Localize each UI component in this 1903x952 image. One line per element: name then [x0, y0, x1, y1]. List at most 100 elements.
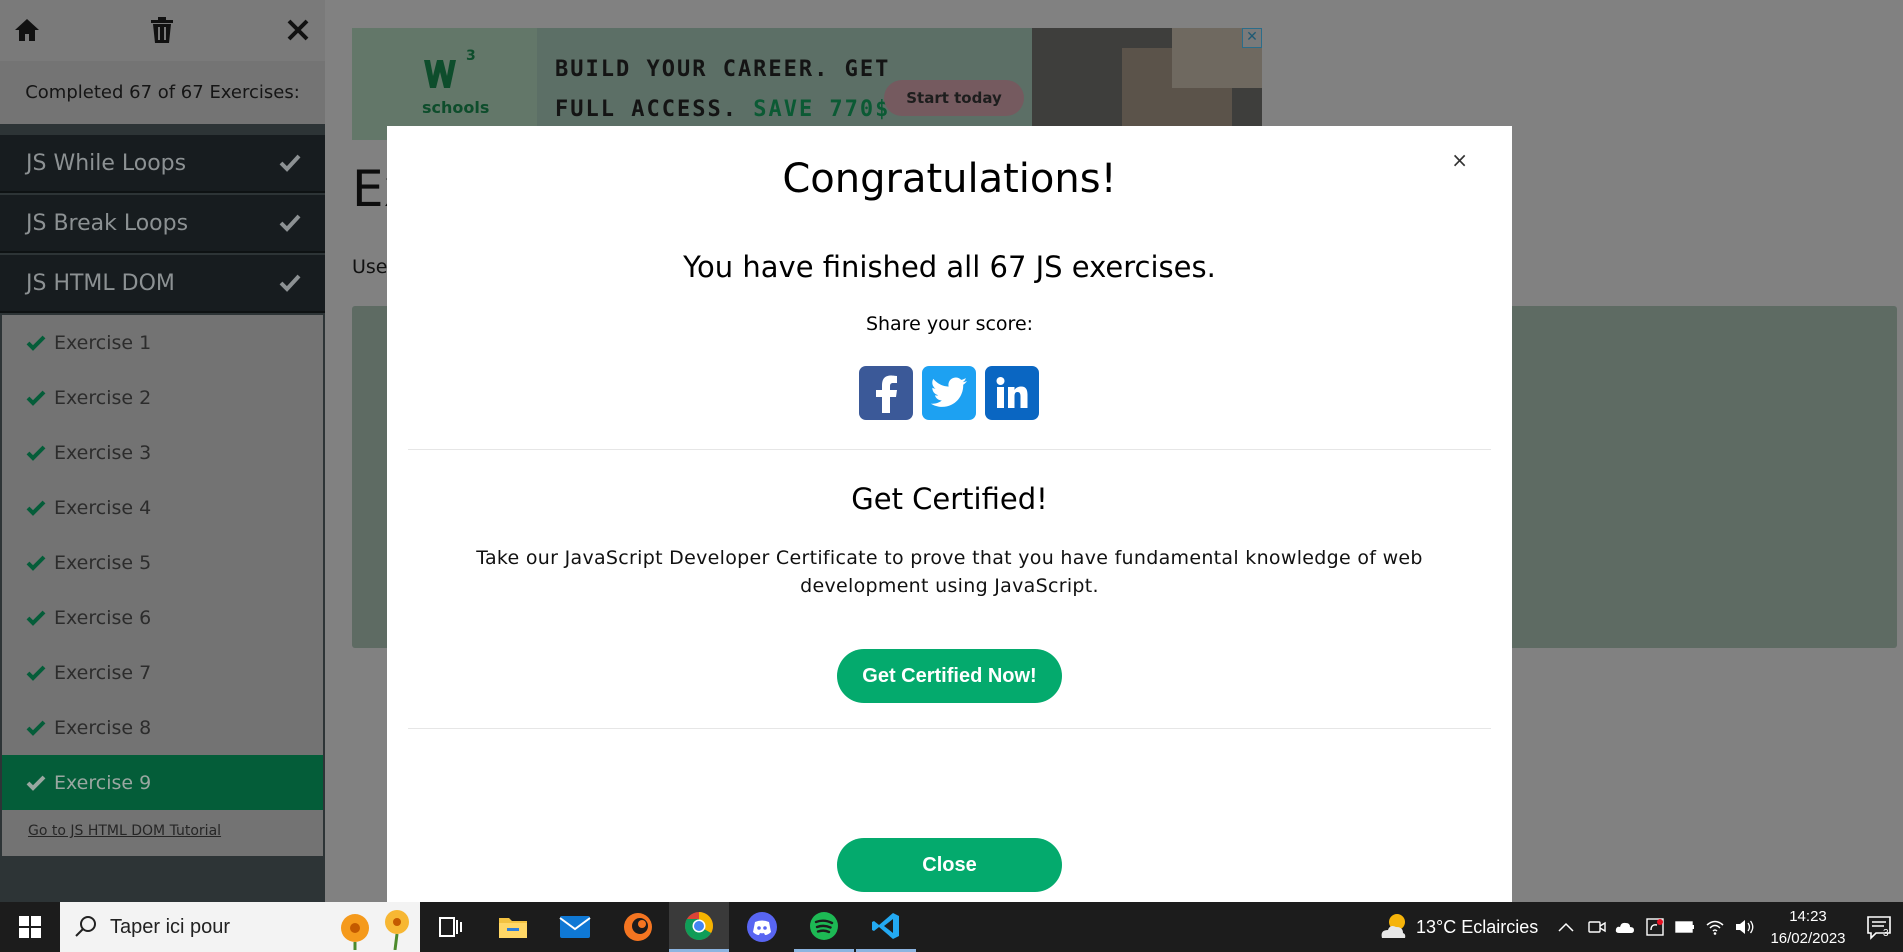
ad-line-2: FULL ACCESS. SAVE 770$	[555, 90, 890, 130]
modal-subtitle: You have finished all 67 JS exercises.	[683, 250, 1216, 284]
onedrive-icon[interactable]	[1615, 917, 1635, 937]
exercise-label: Exercise 4	[54, 496, 152, 519]
file-explorer-icon[interactable]	[483, 902, 543, 952]
close-button[interactable]: Close	[837, 838, 1062, 892]
twitter-icon[interactable]	[922, 366, 976, 420]
tutorial-link[interactable]: Go to JS HTML DOM Tutorial	[28, 823, 221, 839]
ad-start-button[interactable]: Start today	[884, 80, 1024, 116]
progress-text: Completed 67 of 67 Exercises:	[0, 61, 325, 124]
check-icon	[26, 665, 46, 681]
check-icon	[26, 775, 46, 791]
checkmark-icon	[279, 153, 301, 179]
exercise-instruction: Use	[352, 256, 388, 278]
exercise-label: Exercise 6	[54, 606, 152, 629]
check-icon	[26, 500, 46, 516]
exercise-item[interactable]: Exercise 6	[2, 590, 323, 645]
divider	[408, 449, 1491, 450]
category-js-html-dom[interactable]: JS HTML DOM	[0, 255, 325, 313]
mail-icon[interactable]	[545, 902, 605, 952]
notification-count: 3	[1883, 928, 1889, 939]
search-highlight-flowers-icon	[341, 910, 409, 950]
cert-title: Get Certified!	[851, 482, 1048, 516]
exercise-item-active[interactable]: Exercise 9	[2, 755, 323, 810]
exercise-item[interactable]: Exercise 3	[2, 425, 323, 480]
chrome-icon[interactable]	[669, 902, 729, 952]
category-label: JS Break Loops	[26, 210, 189, 236]
ad-line-2-prefix: FULL ACCESS.	[555, 97, 738, 122]
battery-icon[interactable]	[1675, 917, 1695, 937]
brand-superscript: 3	[466, 48, 476, 64]
category-label: JS HTML DOM	[26, 270, 175, 296]
check-icon	[26, 390, 46, 406]
windows-start-icon[interactable]	[0, 902, 60, 952]
share-label: Share your score:	[865, 313, 1034, 335]
clock[interactable]: 14:23 16/02/2023	[1756, 906, 1860, 950]
w3schools-logo-icon	[424, 60, 456, 88]
exercise-item[interactable]: Exercise 2	[2, 370, 323, 425]
exercise-item[interactable]: Exercise 8	[2, 700, 323, 755]
sidebar: Completed 67 of 67 Exercises: JS While L…	[0, 0, 325, 902]
check-icon	[26, 445, 46, 461]
ad-photo	[1032, 28, 1262, 140]
ad-logo-panel: 3 schools	[352, 28, 537, 140]
weather-text: 13°C Eclaircies	[1416, 916, 1539, 937]
get-certified-button[interactable]: Get Certified Now!	[837, 649, 1062, 703]
exercise-label: Exercise 8	[54, 716, 152, 739]
facebook-icon[interactable]	[859, 366, 913, 420]
weather-partly-cloudy-icon	[1381, 914, 1406, 938]
exercise-label: Exercise 9	[54, 771, 152, 794]
search-icon	[75, 916, 96, 937]
exercise-list: Exercise 1 Exercise 2 Exercise 3 Exercis…	[0, 315, 325, 856]
update-icon[interactable]	[1645, 917, 1665, 937]
volume-icon[interactable]	[1735, 917, 1755, 937]
category-js-while-loops[interactable]: JS While Loops	[0, 135, 325, 193]
wifi-icon[interactable]	[1705, 917, 1725, 937]
weather-widget[interactable]: 13°C Eclaircies	[1378, 902, 1538, 952]
ad-line-1: BUILD YOUR CAREER. GET	[555, 57, 891, 82]
meet-now-icon[interactable]	[1587, 917, 1607, 937]
spotify-icon[interactable]	[794, 902, 854, 952]
check-icon	[26, 555, 46, 571]
taskbar: Taper ici pour 13°C Eclaircies 14:23 16/…	[0, 902, 1903, 952]
linkedin-icon[interactable]	[985, 366, 1039, 420]
divider	[408, 728, 1491, 729]
exercise-label: Exercise 3	[54, 441, 152, 464]
ad-banner[interactable]: 3 schools BUILD YOUR CAREER. GET FULL AC…	[352, 28, 1262, 140]
check-icon	[26, 720, 46, 736]
category-js-break-loops[interactable]: JS Break Loops	[0, 195, 325, 253]
brand-name: schools	[422, 98, 490, 117]
ad-headline: BUILD YOUR CAREER. GET FULL ACCESS. SAVE…	[555, 50, 890, 130]
sidebar-toolbar	[0, 0, 325, 61]
ad-line-2-accent: SAVE 770$	[753, 97, 891, 122]
modal-title: Congratulations!	[782, 156, 1117, 202]
clock-time: 14:23	[1789, 908, 1827, 925]
exercise-label: Exercise 5	[54, 551, 152, 574]
clock-date: 16/02/2023	[1770, 930, 1846, 947]
exercise-item[interactable]: Exercise 4	[2, 480, 323, 535]
trash-icon[interactable]	[147, 14, 177, 46]
task-view-icon[interactable]	[420, 902, 480, 952]
crunchyroll-icon[interactable]	[608, 902, 668, 952]
social-share-buttons	[859, 366, 1039, 420]
tray-chevron-up-icon[interactable]	[1556, 917, 1576, 937]
exercise-label: Exercise 7	[54, 661, 152, 684]
exercise-item[interactable]: Exercise 5	[2, 535, 323, 590]
check-icon	[26, 335, 46, 351]
discord-icon[interactable]	[732, 902, 792, 952]
congratulations-modal: × Congratulations! You have finished all…	[387, 126, 1512, 902]
checkmark-icon	[279, 273, 301, 299]
search-placeholder: Taper ici pour	[110, 915, 231, 938]
home-icon[interactable]	[12, 14, 42, 46]
exercise-item[interactable]: Exercise 1	[2, 315, 323, 370]
category-label: JS While Loops	[26, 150, 187, 176]
exercise-item[interactable]: Exercise 7	[2, 645, 323, 700]
close-icon[interactable]	[283, 14, 313, 46]
taskbar-search[interactable]: Taper ici pour	[60, 902, 420, 952]
notification-center-icon[interactable]: 3	[1866, 914, 1892, 940]
checkmark-icon	[279, 213, 301, 239]
exercise-label: Exercise 1	[54, 331, 152, 354]
vscode-icon[interactable]	[856, 902, 916, 952]
check-icon	[26, 610, 46, 626]
exercise-label: Exercise 2	[54, 386, 152, 409]
ad-close-icon[interactable]: ✕	[1242, 28, 1262, 48]
